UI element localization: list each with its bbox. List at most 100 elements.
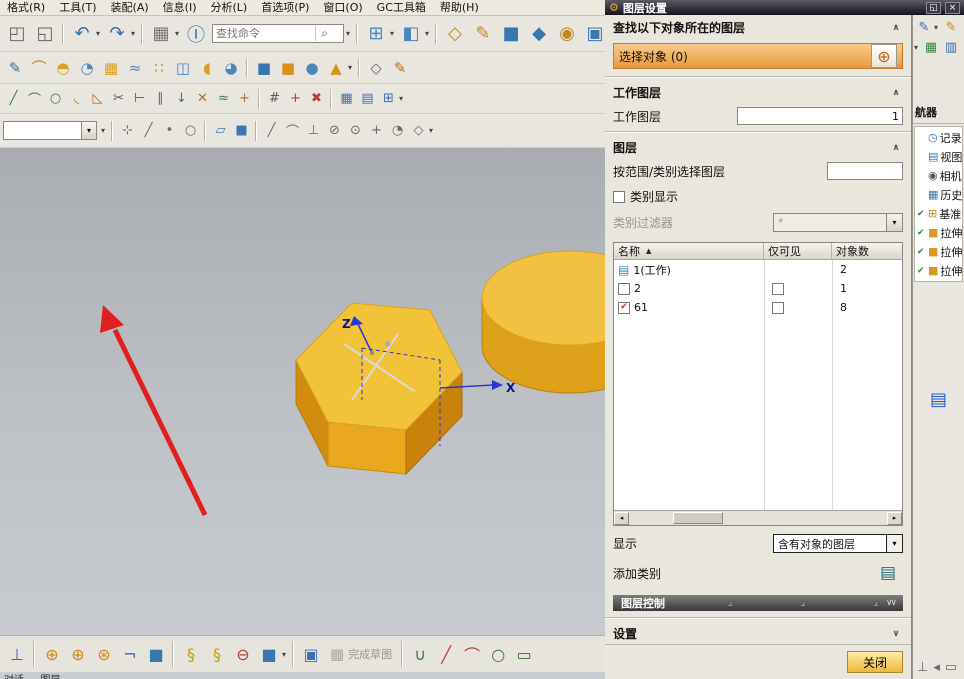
auto-dimension-icon[interactable]: ⊕ bbox=[39, 641, 65, 667]
separator[interactable] bbox=[258, 88, 261, 109]
trim-body-icon[interactable]: ◖ bbox=[195, 56, 219, 80]
column-header-name[interactable]: 名称 ▲ bbox=[614, 243, 764, 259]
offset-curve-icon[interactable]: ∥ bbox=[150, 88, 171, 109]
navigator-item[interactable]: ▤ 视图 bbox=[915, 147, 962, 166]
scrollbar-thumb[interactable] bbox=[673, 511, 723, 524]
nav-table-check-icon[interactable]: ▦ bbox=[921, 37, 941, 57]
separator[interactable] bbox=[204, 120, 207, 141]
clip-icon[interactable]: § bbox=[178, 641, 204, 667]
select-object-row[interactable]: 选择对象 (0) ⊕ bbox=[613, 43, 903, 69]
view-caret-icon[interactable]: ▾ bbox=[396, 88, 406, 109]
intersect-curve-icon[interactable]: ✕ bbox=[192, 88, 213, 109]
navigator-item[interactable]: ✔ ■ 拉伸 ( bbox=[915, 242, 962, 261]
scroll-left-button[interactable]: ◂ bbox=[614, 511, 629, 525]
layer-settings-dialog-titlebar[interactable]: ⚙ 图层设置 ◱ × bbox=[605, 0, 964, 15]
snap-tangent-icon[interactable]: ⊘ bbox=[324, 120, 345, 141]
separator[interactable] bbox=[111, 120, 114, 141]
separator[interactable] bbox=[255, 120, 258, 141]
menu-format[interactable]: 格式(R) bbox=[0, 0, 52, 16]
nav-sheet-icon[interactable]: ▥ bbox=[941, 37, 961, 57]
extend-icon[interactable]: ⊢ bbox=[129, 88, 150, 109]
nav-pencil2-icon[interactable]: ✎ bbox=[941, 17, 961, 37]
point-icon[interactable]: + bbox=[234, 88, 255, 109]
sphere-icon[interactable]: ● bbox=[300, 56, 324, 80]
quick-trim-icon[interactable]: ✂ bbox=[108, 88, 129, 109]
snap-point-icon[interactable]: ⊹ bbox=[117, 120, 138, 141]
view-table-icon[interactable]: ▤ bbox=[357, 88, 378, 109]
snap-orange-icon[interactable]: ⊕ bbox=[65, 641, 91, 667]
layer-control-group-header[interactable]: 图层控制 ⌟ ⌟ ⌟ ∨∨ bbox=[613, 595, 903, 611]
cube-orange-icon[interactable]: ■ bbox=[276, 56, 300, 80]
separator[interactable] bbox=[33, 641, 36, 667]
layer-2-checkbox[interactable] bbox=[618, 282, 630, 295]
finder-caret-icon[interactable]: ▾ bbox=[172, 20, 182, 48]
layout-caret-icon[interactable]: ▾ bbox=[387, 20, 397, 48]
layer-row-61[interactable]: ✔ 61 8 bbox=[614, 298, 902, 317]
chamfer-icon[interactable]: ◺ bbox=[87, 88, 108, 109]
separator[interactable] bbox=[401, 641, 405, 667]
mesh-surface-icon[interactable]: ▦ bbox=[99, 56, 123, 80]
redo-caret-icon[interactable]: ▾ bbox=[128, 20, 138, 48]
cube-caret-icon[interactable]: ▾ bbox=[279, 641, 289, 667]
undo-icon[interactable]: ↶ bbox=[68, 20, 96, 48]
body-icon[interactable]: ■ bbox=[231, 120, 252, 141]
graphics-viewport[interactable]: Z X bbox=[0, 148, 605, 679]
layer-row-2[interactable]: 2 1 bbox=[614, 279, 902, 298]
arc-tool-icon[interactable]: ⌒ bbox=[27, 56, 51, 80]
selection-filter-combo[interactable]: ▾ bbox=[3, 121, 97, 140]
collapse-chevron-icon[interactable]: ∨ bbox=[889, 629, 903, 639]
revolve-icon[interactable]: ◆ bbox=[525, 20, 553, 48]
menu-help[interactable]: 帮助(H) bbox=[433, 0, 486, 16]
curve-rect-icon[interactable]: ▭ bbox=[511, 641, 537, 667]
spline-icon[interactable]: ≈ bbox=[213, 88, 234, 109]
search-input[interactable] bbox=[213, 26, 315, 41]
category-display-checkbox[interactable] bbox=[613, 190, 625, 203]
clip2-icon[interactable]: § bbox=[204, 641, 230, 667]
column-header-object-count[interactable]: 对象数 bbox=[832, 243, 902, 259]
snap-ctrl-icon[interactable]: ○ bbox=[180, 120, 201, 141]
undo-caret-icon[interactable]: ▾ bbox=[93, 20, 103, 48]
nav-caret-icon[interactable]: ▾ bbox=[931, 17, 941, 37]
view-grid-icon[interactable]: ▦ bbox=[336, 88, 357, 109]
snap-center-icon[interactable]: ⊙ bbox=[345, 120, 366, 141]
separator[interactable] bbox=[435, 23, 438, 44]
chevron-down-icon[interactable]: ▾ bbox=[886, 535, 902, 552]
scrollbar-track[interactable] bbox=[629, 511, 887, 525]
fillet-icon[interactable]: ◟ bbox=[66, 88, 87, 109]
measure-icon[interactable]: # bbox=[264, 88, 285, 109]
search-icon[interactable]: ⌕ bbox=[315, 26, 333, 41]
finish-sketch-button[interactable]: ▦ 完成草图 bbox=[324, 645, 398, 663]
range-category-input[interactable] bbox=[827, 162, 903, 180]
menu-assemblies[interactable]: 装配(A) bbox=[104, 0, 156, 16]
curve-line-icon[interactable]: ╱ bbox=[433, 641, 459, 667]
menu-gc-toolbox[interactable]: GC工具箱 bbox=[370, 0, 433, 16]
snap-end-icon[interactable]: ╱ bbox=[138, 120, 159, 141]
collapse-chevron-icon[interactable]: ∧ bbox=[889, 23, 903, 33]
snap-orange2-icon[interactable]: ⊛ bbox=[91, 641, 117, 667]
type-filter-caret-icon[interactable]: ▾ bbox=[98, 120, 108, 141]
separator[interactable] bbox=[356, 23, 359, 44]
navigator-item[interactable]: ✔ ■ 拉伸 ( bbox=[915, 223, 962, 242]
arc-icon[interactable]: ⌒ bbox=[24, 88, 45, 109]
wireframe-icon[interactable]: ◇ bbox=[364, 56, 388, 80]
tool-caret-icon[interactable]: ▾ bbox=[345, 56, 355, 80]
move-object-icon[interactable]: + bbox=[285, 88, 306, 109]
solid-cube-icon[interactable]: ■ bbox=[143, 641, 169, 667]
window-layout-icon[interactable]: ⊞ bbox=[362, 20, 390, 48]
layer-61-visible-only-checkbox[interactable] bbox=[772, 301, 784, 314]
strip-rect-icon[interactable]: ▭ bbox=[945, 660, 957, 675]
solid-cylinder[interactable] bbox=[481, 250, 605, 394]
snap-caret-icon[interactable]: ▾ bbox=[426, 120, 436, 141]
studio-surface-icon[interactable]: ◓ bbox=[51, 56, 75, 80]
project-curve-icon[interactable]: ↓ bbox=[171, 88, 192, 109]
circle-icon[interactable]: ○ bbox=[45, 88, 66, 109]
separator[interactable] bbox=[172, 641, 175, 667]
separator[interactable] bbox=[292, 641, 295, 667]
menu-information[interactable]: 信息(I) bbox=[156, 0, 204, 16]
menu-window[interactable]: 窗口(O) bbox=[316, 0, 369, 16]
nav-caret2-icon[interactable]: ▾ bbox=[913, 37, 921, 57]
separator[interactable] bbox=[141, 23, 144, 44]
snap-mid-icon[interactable]: • bbox=[159, 120, 180, 141]
remove-icon[interactable]: ⊖ bbox=[230, 641, 256, 667]
chevron-down-icon[interactable]: ▾ bbox=[81, 122, 96, 139]
